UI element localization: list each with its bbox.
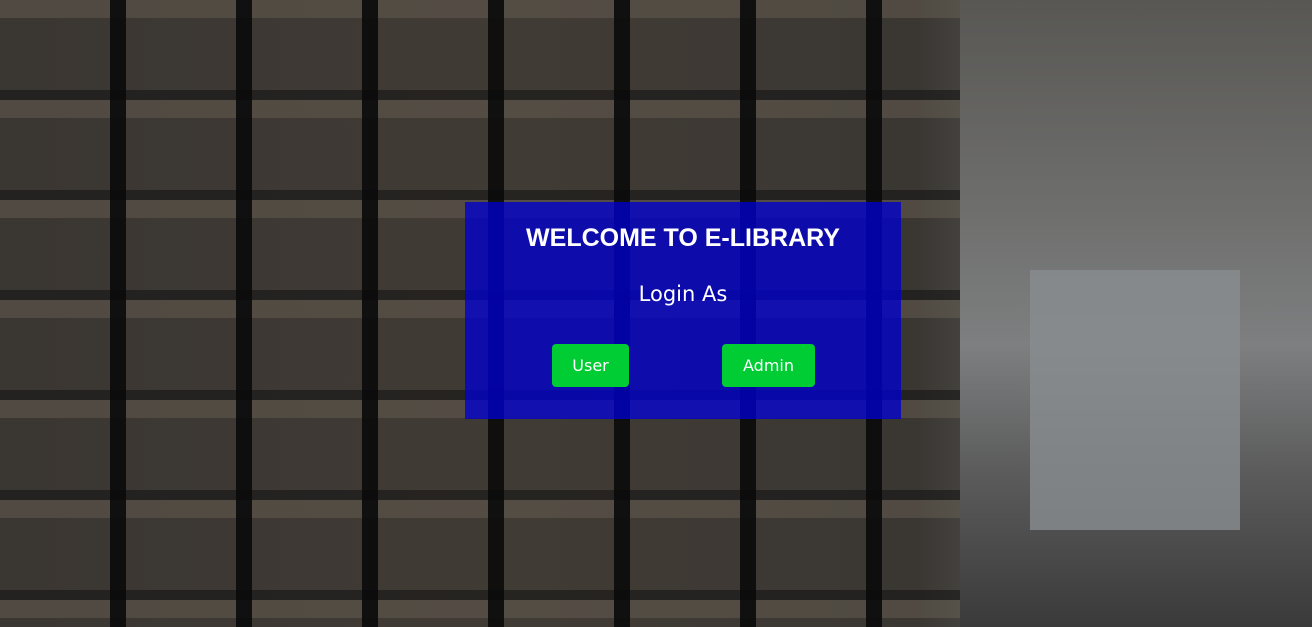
user-login-button[interactable]: User bbox=[552, 344, 629, 387]
login-as-label: Login As bbox=[638, 282, 728, 306]
page-title: WELCOME TO E-LIBRARY bbox=[526, 224, 840, 252]
login-panel: WELCOME TO E-LIBRARY Login As User Admin bbox=[465, 202, 901, 419]
hallway-background bbox=[960, 0, 1312, 627]
admin-login-button[interactable]: Admin bbox=[722, 344, 815, 387]
page: WELCOME TO E-LIBRARY Login As User Admin bbox=[0, 0, 1312, 627]
hallway-window bbox=[1030, 270, 1240, 530]
